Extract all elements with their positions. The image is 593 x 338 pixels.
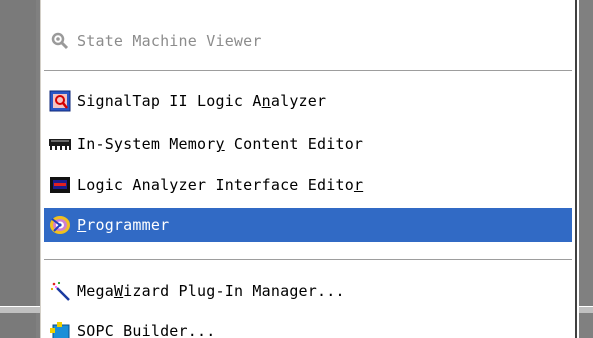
menu-separator (44, 259, 572, 261)
logic-analyzer-icon (47, 172, 73, 198)
menu-item-logic-analyzer-interface-editor[interactable]: Logic Analyzer Interface Editor (44, 168, 572, 202)
menu-item-label: SOPC Builder... (77, 322, 216, 338)
app-frame-left (0, 0, 40, 338)
menu-item-state-machine-viewer[interactable]: State Machine Viewer (44, 24, 572, 58)
menu-separator (44, 70, 572, 72)
memory-chip-icon (47, 131, 73, 157)
tools-menu: State Machine Viewer SignalTap II Logic … (40, 0, 577, 338)
app-frame-right (579, 0, 593, 338)
menu-item-label: Programmer (77, 216, 170, 234)
menu-item-label: SignalTap II Logic Analyzer (77, 92, 327, 110)
menu-item-label: Logic Analyzer Interface Editor (77, 176, 364, 194)
menu-item-programmer[interactable]: Programmer (44, 208, 572, 242)
state-machine-icon (47, 28, 73, 54)
programmer-icon (47, 212, 73, 238)
menu-item-sopc-builder[interactable]: SOPC Builder... (44, 314, 572, 338)
menu-item-megawizard-plugin-manager[interactable]: MegaWizard Plug-In Manager... (44, 274, 572, 308)
sopc-builder-icon (47, 318, 73, 338)
menu-item-signaltap[interactable]: SignalTap II Logic Analyzer (44, 84, 572, 118)
menu-item-memory-content-editor[interactable]: In-System Memory Content Editor (44, 127, 572, 161)
signaltap-icon (47, 88, 73, 114)
frame-edge-right (579, 306, 593, 313)
magic-wand-icon (47, 278, 73, 304)
menu-item-label: State Machine Viewer (77, 32, 262, 50)
menu-item-label: In-System Memory Content Editor (77, 135, 364, 153)
frame-edge-left (0, 306, 40, 313)
menu-item-label: MegaWizard Plug-In Manager... (77, 282, 345, 300)
